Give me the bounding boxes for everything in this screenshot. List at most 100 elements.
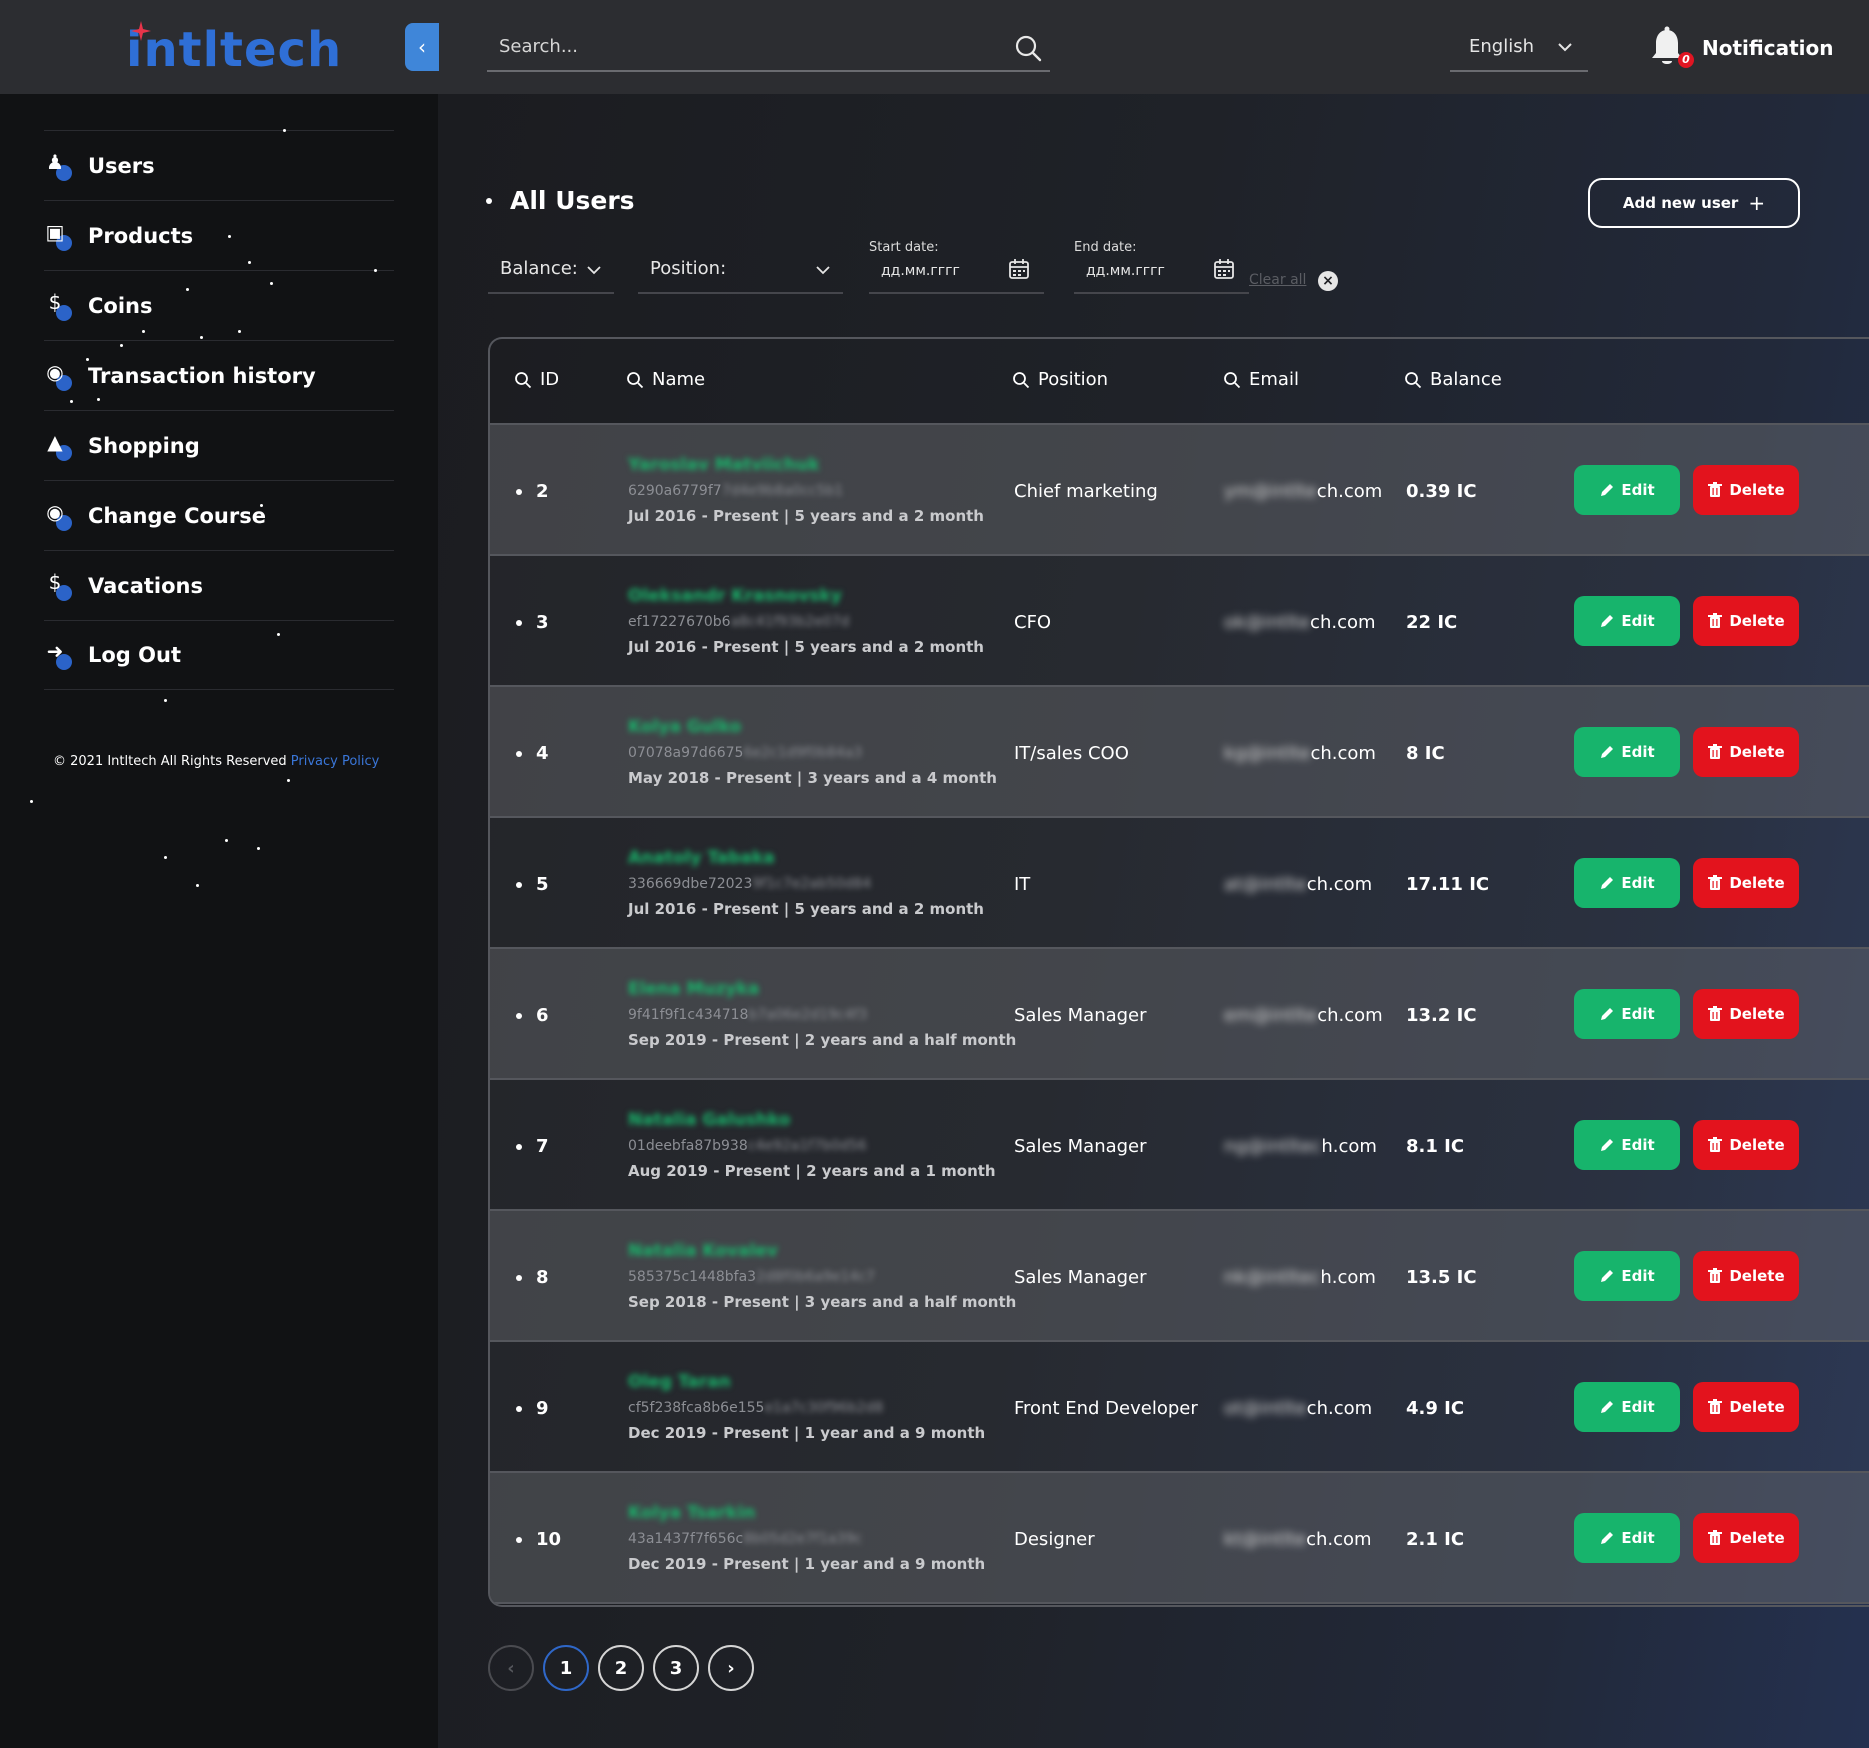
user-hash-blurred: c4e92a1f7b0d56	[747, 1138, 867, 1154]
balance-filter[interactable]: Balance:	[488, 244, 614, 294]
column-header-name[interactable]: Name	[626, 369, 705, 390]
notification-button[interactable]: 0 Notification	[1648, 26, 1833, 70]
user-name[interactable]: Natalia Galushko	[628, 1110, 790, 1130]
user-tenure: Aug 2019 - Present | 2 years and a 1 mon…	[628, 1162, 996, 1180]
calendar-icon[interactable]	[1008, 258, 1030, 280]
pencil-icon	[1601, 1139, 1614, 1151]
delete-button[interactable]: Delete	[1693, 1382, 1799, 1432]
sidebar-item-users[interactable]: ♟ Users	[44, 130, 394, 200]
sidebar-item-change-course[interactable]: ◉ Change Course	[44, 480, 394, 550]
user-name[interactable]: Elena Muzyka	[628, 979, 759, 999]
position-filter[interactable]: Position:	[638, 244, 843, 294]
user-id-value: 5	[536, 874, 549, 895]
start-date-input[interactable]: дд.мм.гггг	[869, 250, 1044, 294]
box-icon: ▣	[44, 220, 74, 252]
edit-button[interactable]: Edit	[1574, 858, 1680, 908]
search-icon[interactable]	[1014, 34, 1042, 62]
delete-button[interactable]: Delete	[1693, 858, 1799, 908]
delete-button[interactable]: Delete	[1693, 989, 1799, 1039]
edit-button[interactable]: Edit	[1574, 1513, 1680, 1563]
end-date-input[interactable]: дд.мм.гггг	[1074, 250, 1249, 294]
clear-icon[interactable]: ×	[1318, 271, 1338, 291]
delete-button[interactable]: Delete	[1693, 1251, 1799, 1301]
user-email-blurred: nk@intltec	[1224, 1267, 1321, 1288]
sidebar-item-log-out[interactable]: ➜ Log Out	[44, 620, 394, 690]
user-email-visible: ch.com	[1306, 1529, 1372, 1550]
user-tenure: Sep 2018 - Present | 3 years and a half …	[628, 1293, 1017, 1311]
user-name[interactable]: Oleg Taran	[628, 1372, 731, 1392]
sidebar-item-coins[interactable]: $ Coins	[44, 270, 394, 340]
user-email: ym@intltech.com	[1224, 481, 1382, 502]
top-bar: intltech ‹ English	[0, 0, 1869, 94]
calendar-icon[interactable]	[1213, 258, 1235, 280]
edit-button[interactable]: Edit	[1574, 465, 1680, 515]
delete-button[interactable]: Delete	[1693, 1120, 1799, 1170]
privacy-policy-link[interactable]: Privacy Policy	[291, 754, 380, 769]
user-tenure: May 2018 - Present | 3 years and a 4 mon…	[628, 769, 997, 787]
edit-button[interactable]: Edit	[1574, 596, 1680, 646]
star-decoration	[97, 398, 100, 401]
delete-button-label: Delete	[1729, 481, 1785, 499]
user-name[interactable]: Oleksandr Krasnovsky	[628, 586, 842, 606]
pagination-prev-button[interactable]: ‹	[488, 1645, 534, 1691]
pagination-page-2[interactable]: 2	[598, 1645, 644, 1691]
edit-button[interactable]: Edit	[1574, 727, 1680, 777]
column-header-position[interactable]: Position	[1012, 369, 1108, 390]
add-new-user-label: Add new user	[1622, 194, 1739, 212]
edit-button[interactable]: Edit	[1574, 1120, 1680, 1170]
delete-button-label: Delete	[1729, 743, 1785, 761]
delete-button[interactable]: Delete	[1693, 465, 1799, 515]
star-decoration	[225, 839, 228, 842]
pencil-icon	[1601, 484, 1614, 496]
user-hash-blurred: 7d4e9b8a0cc5b1	[721, 483, 844, 499]
user-name[interactable]: Yaroslav Matviichuk	[628, 455, 820, 475]
sidebar-item-vacations[interactable]: $ Vacations	[44, 550, 394, 620]
user-position: CFO	[1014, 612, 1052, 633]
edit-button-label: Edit	[1621, 612, 1655, 630]
column-header-email[interactable]: Email	[1223, 369, 1299, 390]
edit-button[interactable]: Edit	[1574, 989, 1680, 1039]
delete-button[interactable]: Delete	[1693, 596, 1799, 646]
edit-button-label: Edit	[1621, 1529, 1655, 1547]
edit-button-label: Edit	[1621, 743, 1655, 761]
search-icon	[1224, 371, 1241, 388]
copyright-text: © 2021 Intltech All Rights Reserved	[53, 754, 287, 769]
main-content: All Users Add new user + Balance: Positi…	[438, 94, 1869, 1748]
edit-button[interactable]: Edit	[1574, 1382, 1680, 1432]
page-title-text: All Users	[510, 186, 635, 215]
page-title: All Users	[486, 186, 635, 215]
user-hash-blurred: 2d8f0b6a9e14c7	[756, 1269, 875, 1285]
delete-button[interactable]: Delete	[1693, 1513, 1799, 1563]
pagination-page-3[interactable]: 3	[653, 1645, 699, 1691]
sidebar-collapse-button[interactable]: ‹	[405, 23, 439, 71]
user-name[interactable]: Natalia Kovalev	[628, 1241, 778, 1261]
clear-all-link[interactable]: Clear all	[1249, 272, 1306, 288]
sidebar-item-products[interactable]: ▣ Products	[44, 200, 394, 270]
user-tenure: Jul 2016 - Present | 5 years and a 2 mon…	[628, 900, 984, 918]
user-email: ok@intltech.com	[1224, 612, 1376, 633]
user-hash-visible: 9f41f9f1c434718	[628, 1007, 749, 1023]
sidebar-item-shopping[interactable]: ▲ Shopping	[44, 410, 394, 480]
column-header-id[interactable]: ID	[514, 369, 559, 390]
pagination-next-button[interactable]: ›	[708, 1645, 754, 1691]
language-select[interactable]: English	[1450, 22, 1588, 72]
logo[interactable]: intltech	[126, 18, 342, 78]
delete-button[interactable]: Delete	[1693, 727, 1799, 777]
edit-button[interactable]: Edit	[1574, 1251, 1680, 1301]
user-balance: 2.1 IC	[1406, 1529, 1465, 1550]
user-name[interactable]: Kolya Gulko	[628, 717, 741, 737]
search-input[interactable]	[487, 22, 987, 70]
user-tenure: Sep 2019 - Present | 2 years and a half …	[628, 1031, 1017, 1049]
pagination-page-1[interactable]: 1	[543, 1645, 589, 1691]
trash-icon	[1708, 1399, 1723, 1414]
user-position: Sales Manager	[1014, 1267, 1147, 1288]
add-new-user-button[interactable]: Add new user +	[1588, 178, 1800, 228]
user-position: Front End Developer	[1014, 1398, 1198, 1419]
user-hash-blurred: a8c41f93b2e07d	[730, 614, 850, 630]
copyright: © 2021 Intltech All Rights Reserved Priv…	[53, 754, 379, 769]
user-email-blurred: ng@intltec	[1224, 1136, 1322, 1157]
column-header-balance[interactable]: Balance	[1404, 369, 1502, 390]
user-name[interactable]: Anatoly Tabaka	[628, 848, 775, 868]
notification-label: Notification	[1702, 36, 1834, 60]
user-name[interactable]: Kolya Tsarkin	[628, 1503, 755, 1523]
